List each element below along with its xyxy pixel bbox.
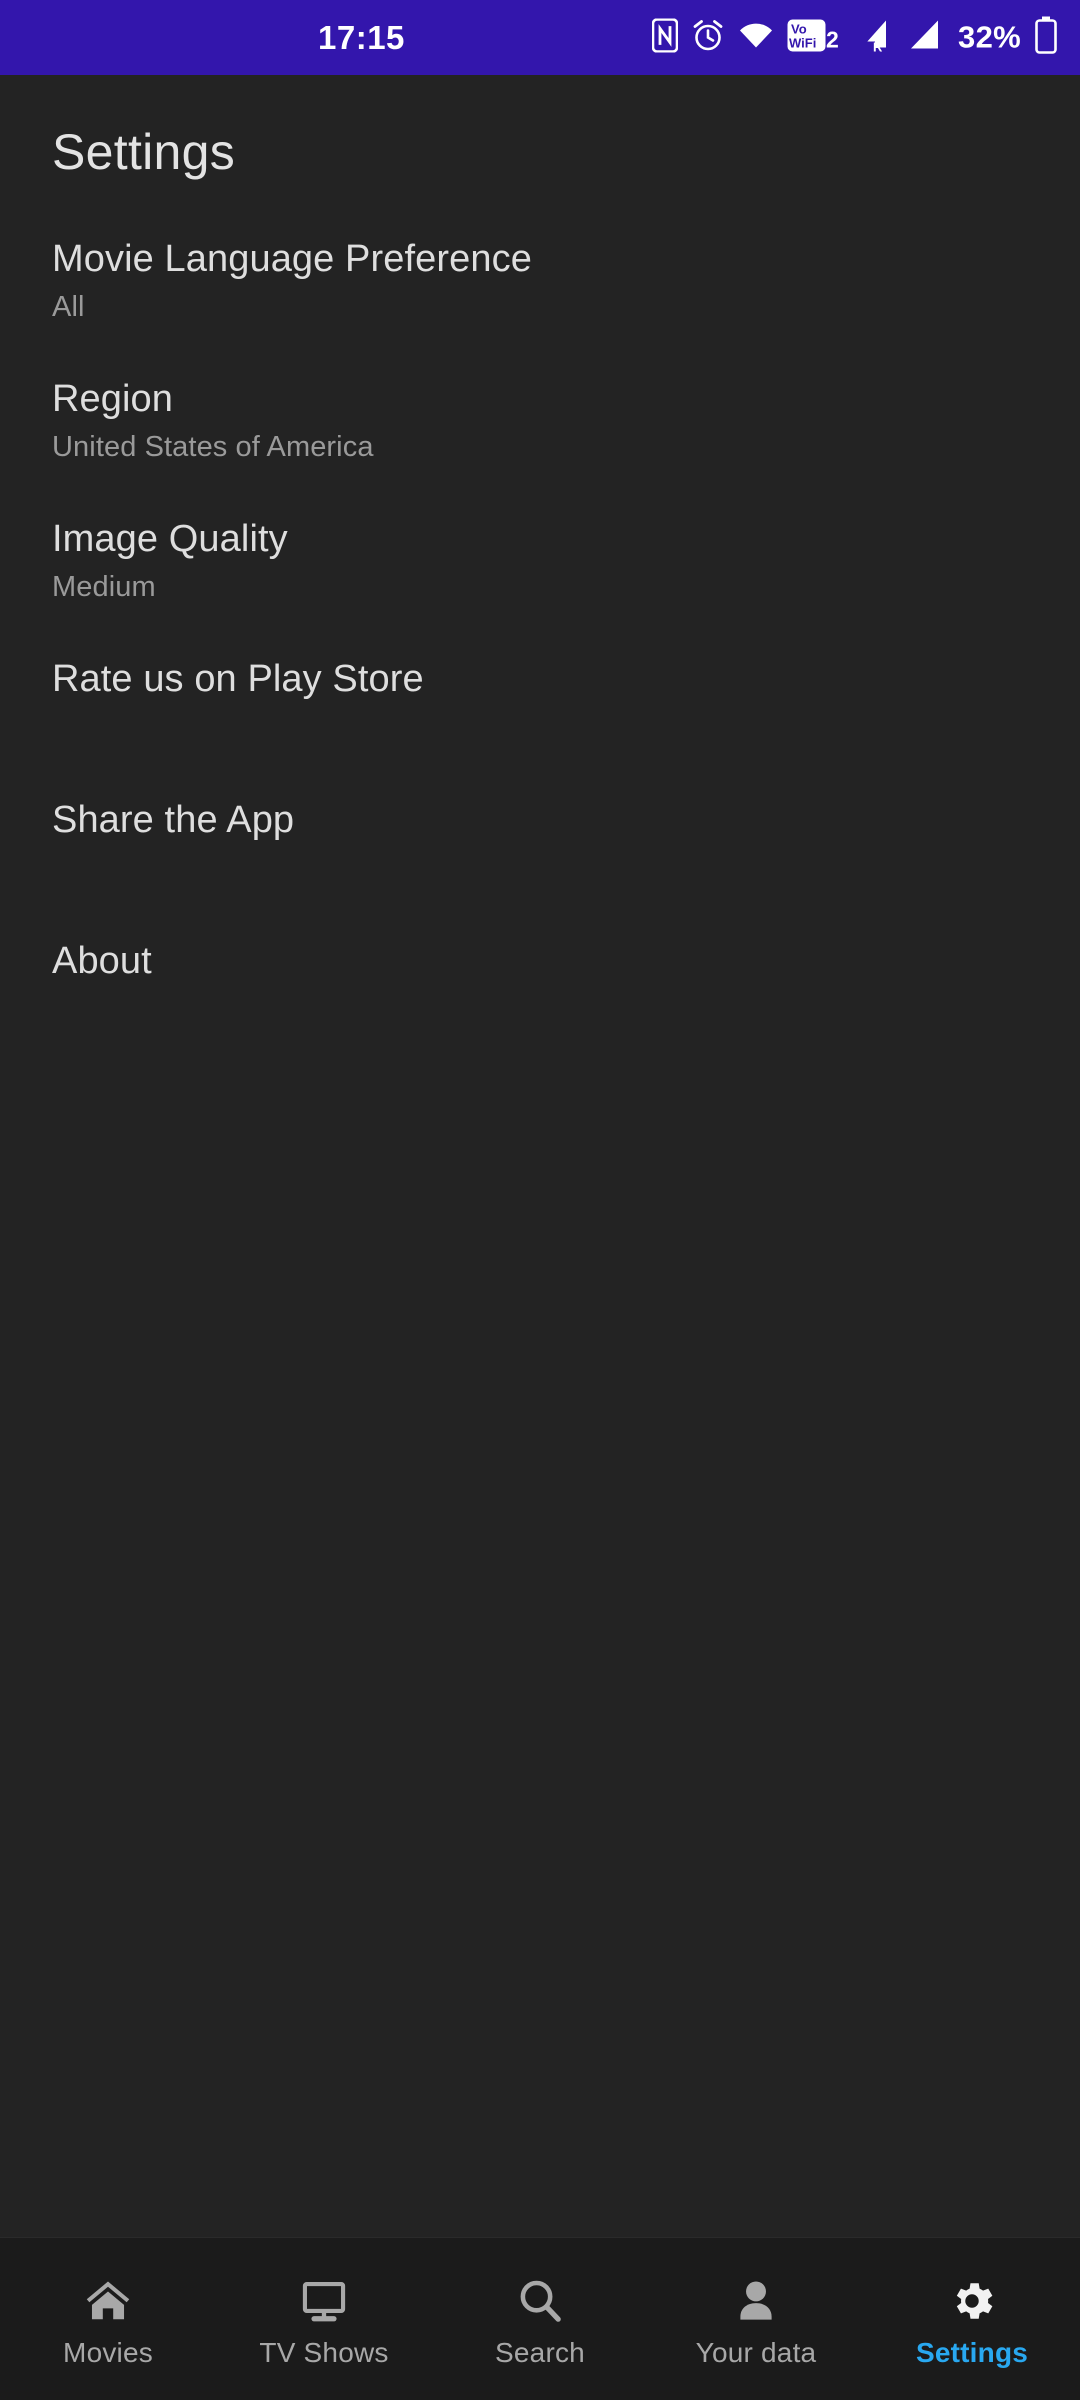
setting-title: Image Quality <box>52 518 288 560</box>
nav-label: Search <box>495 2337 585 2368</box>
wifi-icon <box>738 19 774 56</box>
setting-item-rate-us-on-play-store[interactable]: Rate us on Play Store <box>52 651 1028 792</box>
setting-item-about[interactable]: About <box>52 933 1028 1074</box>
nav-label: Movies <box>63 2337 153 2368</box>
setting-item-movie-language-preference[interactable]: Movie Language Preference All <box>52 231 1028 371</box>
setting-title: Rate us on Play Store <box>52 658 424 700</box>
nav-item-settings[interactable]: Settings <box>864 2238 1080 2400</box>
gear-icon <box>946 2275 998 2327</box>
setting-title: Share the App <box>52 799 295 841</box>
svg-text:WiFi: WiFi <box>789 35 816 50</box>
nav-item-your-data[interactable]: Your data <box>648 2238 864 2400</box>
status-bar-icons: Vo WiFi 2 R 32% <box>651 16 1058 59</box>
svg-text:2: 2 <box>826 26 839 52</box>
page-title: Settings <box>52 124 236 180</box>
setting-title: Movie Language Preference <box>52 238 532 280</box>
settings-list: Movie Language Preference All Region Uni… <box>0 231 1080 2237</box>
battery-percentage: 32% <box>958 19 1021 55</box>
setting-title: About <box>52 940 152 982</box>
signal-roaming-icon: R <box>856 17 894 58</box>
svg-text:Vo: Vo <box>791 21 807 36</box>
home-icon <box>82 2275 134 2327</box>
nav-label: Settings <box>915 2337 1029 2368</box>
person-icon <box>730 2275 782 2327</box>
signal-bars-icon <box>907 17 943 58</box>
status-bar: 17:15 Vo WiFi 2 R 32% <box>0 0 1080 75</box>
svg-text:R: R <box>873 39 883 53</box>
nfc-icon <box>651 17 679 57</box>
nav-label: Your data <box>695 2337 817 2368</box>
status-bar-clock: 17:15 <box>318 18 405 56</box>
nav-item-tv-shows[interactable]: TV Shows <box>216 2238 432 2400</box>
vowifi2-icon: Vo WiFi 2 <box>787 17 843 58</box>
setting-item-image-quality[interactable]: Image Quality Medium <box>52 511 1028 651</box>
tv-monitor-icon <box>298 2275 350 2327</box>
setting-value: Medium <box>52 570 156 603</box>
nav-label: TV Shows <box>259 2337 389 2368</box>
nav-item-movies[interactable]: Movies <box>0 2238 216 2400</box>
nav-item-search[interactable]: Search <box>432 2238 648 2400</box>
search-icon <box>514 2275 566 2327</box>
setting-value: United States of America <box>52 430 374 463</box>
alarm-clock-icon <box>691 18 725 57</box>
setting-title: Region <box>52 378 174 420</box>
setting-value: All <box>52 290 85 323</box>
setting-item-share-the-app[interactable]: Share the App <box>52 792 1028 933</box>
app-screen: 17:15 Vo WiFi 2 R 32% Settings Movie Lan… <box>0 0 1080 2400</box>
header: Settings <box>0 75 1080 181</box>
bottom-navigation-bar: Movies TV Shows Search Your data Setting… <box>0 2237 1080 2400</box>
battery-icon <box>1034 16 1058 59</box>
setting-item-region[interactable]: Region United States of America <box>52 371 1028 511</box>
